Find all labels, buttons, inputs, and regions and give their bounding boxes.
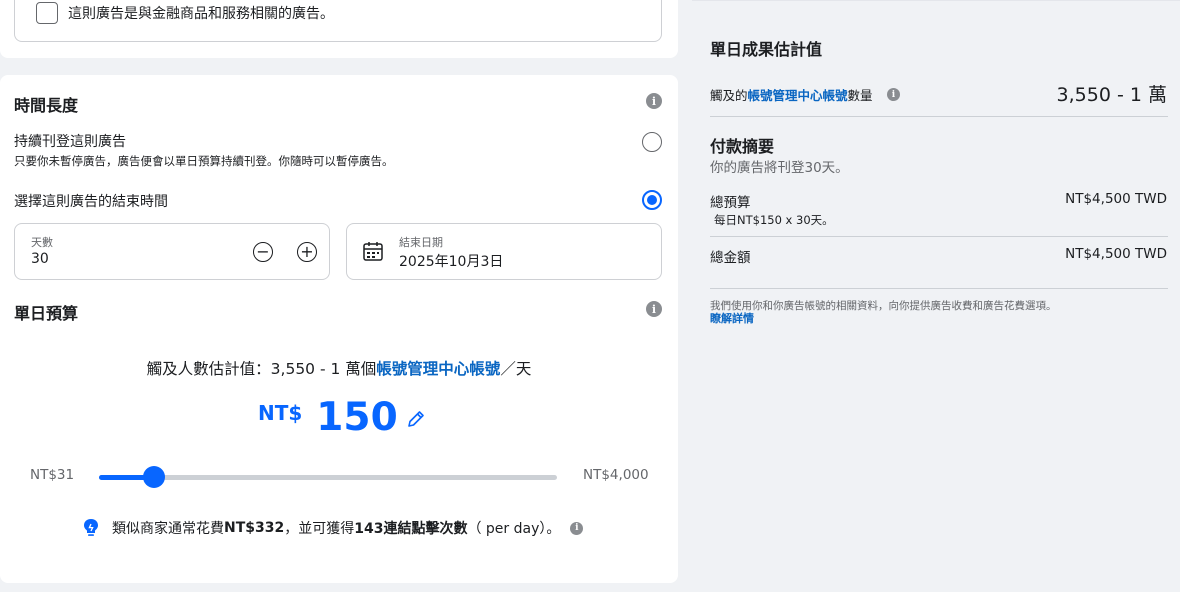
- estimate-reach-suffix: 數量: [847, 88, 873, 103]
- divider: [710, 236, 1168, 237]
- end-date-option-title: 選擇這則廣告的結束時間: [14, 194, 168, 210]
- days-label: 天數: [31, 236, 53, 249]
- tip-clicks: 143連結點擊次數: [354, 521, 468, 537]
- increase-days-button[interactable]: +: [297, 242, 317, 262]
- end-date-label: 結束日期: [399, 236, 443, 249]
- continuous-radio[interactable]: [642, 132, 662, 152]
- budget-amount[interactable]: 150: [316, 396, 397, 440]
- reach-prefix: 觸及人數估計值：3,550 - 1 萬個: [146, 360, 377, 378]
- special-category-card: 這則廣告是與金融商品和服務相關的廣告。: [0, 0, 678, 58]
- end-date-value[interactable]: 2025年10月3日: [399, 251, 503, 271]
- estimate-reach-prefix: 觸及的: [710, 88, 748, 103]
- financial-category-checkbox[interactable]: [36, 2, 58, 24]
- total-budget-label: 總預算: [710, 195, 751, 211]
- slider-max-label: NT$4,000: [583, 467, 649, 483]
- continuous-option-desc: 只要你未暫停廣告，廣告便會以單日預算持續刊登。你隨時可以暫停廣告。: [14, 154, 394, 168]
- benchmark-tip: 類似商家通常花費 NT$332 ，並可獲得 143連結點擊次數（ per day）。 …: [82, 518, 584, 538]
- tip-info-icon[interactable]: i: [570, 521, 584, 535]
- minus-icon: −: [256, 242, 270, 261]
- lightbulb-icon: [84, 519, 98, 536]
- divider: [710, 116, 1168, 117]
- tip-amount: NT$332: [224, 520, 285, 536]
- financial-category-option[interactable]: 這則廣告是與金融商品和服務相關的廣告。: [36, 2, 334, 24]
- days-field[interactable]: 天數 30 − +: [14, 223, 330, 280]
- payment-title: 付款摘要: [710, 137, 775, 156]
- estimate-accounts-link[interactable]: 帳號管理中心帳號: [748, 88, 848, 103]
- summary-column: 單日成果估計值 觸及的帳號管理中心帳號數量 i 3,550 - 1 萬 付款摘要…: [692, 0, 1180, 592]
- budget-slider-track[interactable]: [99, 475, 557, 480]
- estimate-reach-value: 3,550 - 1 萬: [1056, 84, 1167, 106]
- financial-category-label: 這則廣告是與金融商品和服務相關的廣告。: [68, 6, 334, 22]
- reach-estimate: 觸及人數估計值：3,550 - 1 萬個帳號管理中心帳號／天: [0, 357, 678, 379]
- reach-suffix: ／天: [500, 360, 532, 378]
- daily-budget-info-icon[interactable]: i: [646, 301, 662, 317]
- payment-subtitle: 你的廣告將刊登30天。: [710, 160, 849, 176]
- duration-info-icon[interactable]: i: [646, 93, 662, 109]
- days-value[interactable]: 30: [31, 251, 49, 267]
- pencil-icon[interactable]: [406, 409, 426, 429]
- tip-text-1: 類似商家通常花費: [112, 521, 224, 537]
- decrease-days-button[interactable]: −: [253, 242, 273, 262]
- total-budget-detail: 每日NT$150 x 30天。: [714, 213, 834, 227]
- estimate-reach-label: 觸及的帳號管理中心帳號數量: [710, 85, 873, 104]
- duration-title: 時間長度: [14, 96, 79, 115]
- total-budget-value: NT$4,500 TWD: [1065, 191, 1167, 207]
- ad-settings-column: 這則廣告是與金融商品和服務相關的廣告。 時間長度 i 持續刊登這則廣告 只要你未…: [0, 0, 692, 592]
- learn-more-link-wrap: 瞭解詳情: [710, 310, 754, 326]
- learn-more-link[interactable]: 瞭解詳情: [710, 312, 754, 325]
- tip-text-3: （ per day）。: [467, 521, 561, 537]
- estimate-title: 單日成果估計值: [710, 40, 823, 59]
- accounts-center-link[interactable]: 帳號管理中心帳號: [376, 360, 500, 378]
- tip-text-2: ，並可獲得: [284, 521, 355, 537]
- total-amount-label: 總金額: [710, 250, 751, 266]
- plus-icon: +: [300, 242, 314, 261]
- budget-currency: NT$: [258, 401, 303, 425]
- budget-duration-card: 時間長度 i 持續刊登這則廣告 只要你未暫停廣告，廣告便會以單日預算持續刊登。你…: [0, 75, 678, 583]
- total-amount-value: NT$4,500 TWD: [1065, 246, 1167, 262]
- budget-slider-thumb[interactable]: [143, 466, 165, 488]
- daily-budget-title: 單日預算: [14, 304, 79, 323]
- calendar-icon: [363, 242, 383, 261]
- budget-amount-display: NT$ 150: [258, 396, 426, 440]
- divider: [710, 288, 1168, 289]
- slider-min-label: NT$31: [30, 467, 75, 483]
- end-date-radio[interactable]: [642, 190, 662, 210]
- end-date-field[interactable]: 結束日期 2025年10月3日: [346, 223, 662, 280]
- estimate-info-icon[interactable]: i: [887, 88, 900, 101]
- continuous-option-title: 持續刊登這則廣告: [14, 134, 126, 150]
- billing-disclaimer: 我們使用你和你廣告帳號的相關資料，向你提供廣告收費和廣告花費選項。: [710, 300, 1057, 312]
